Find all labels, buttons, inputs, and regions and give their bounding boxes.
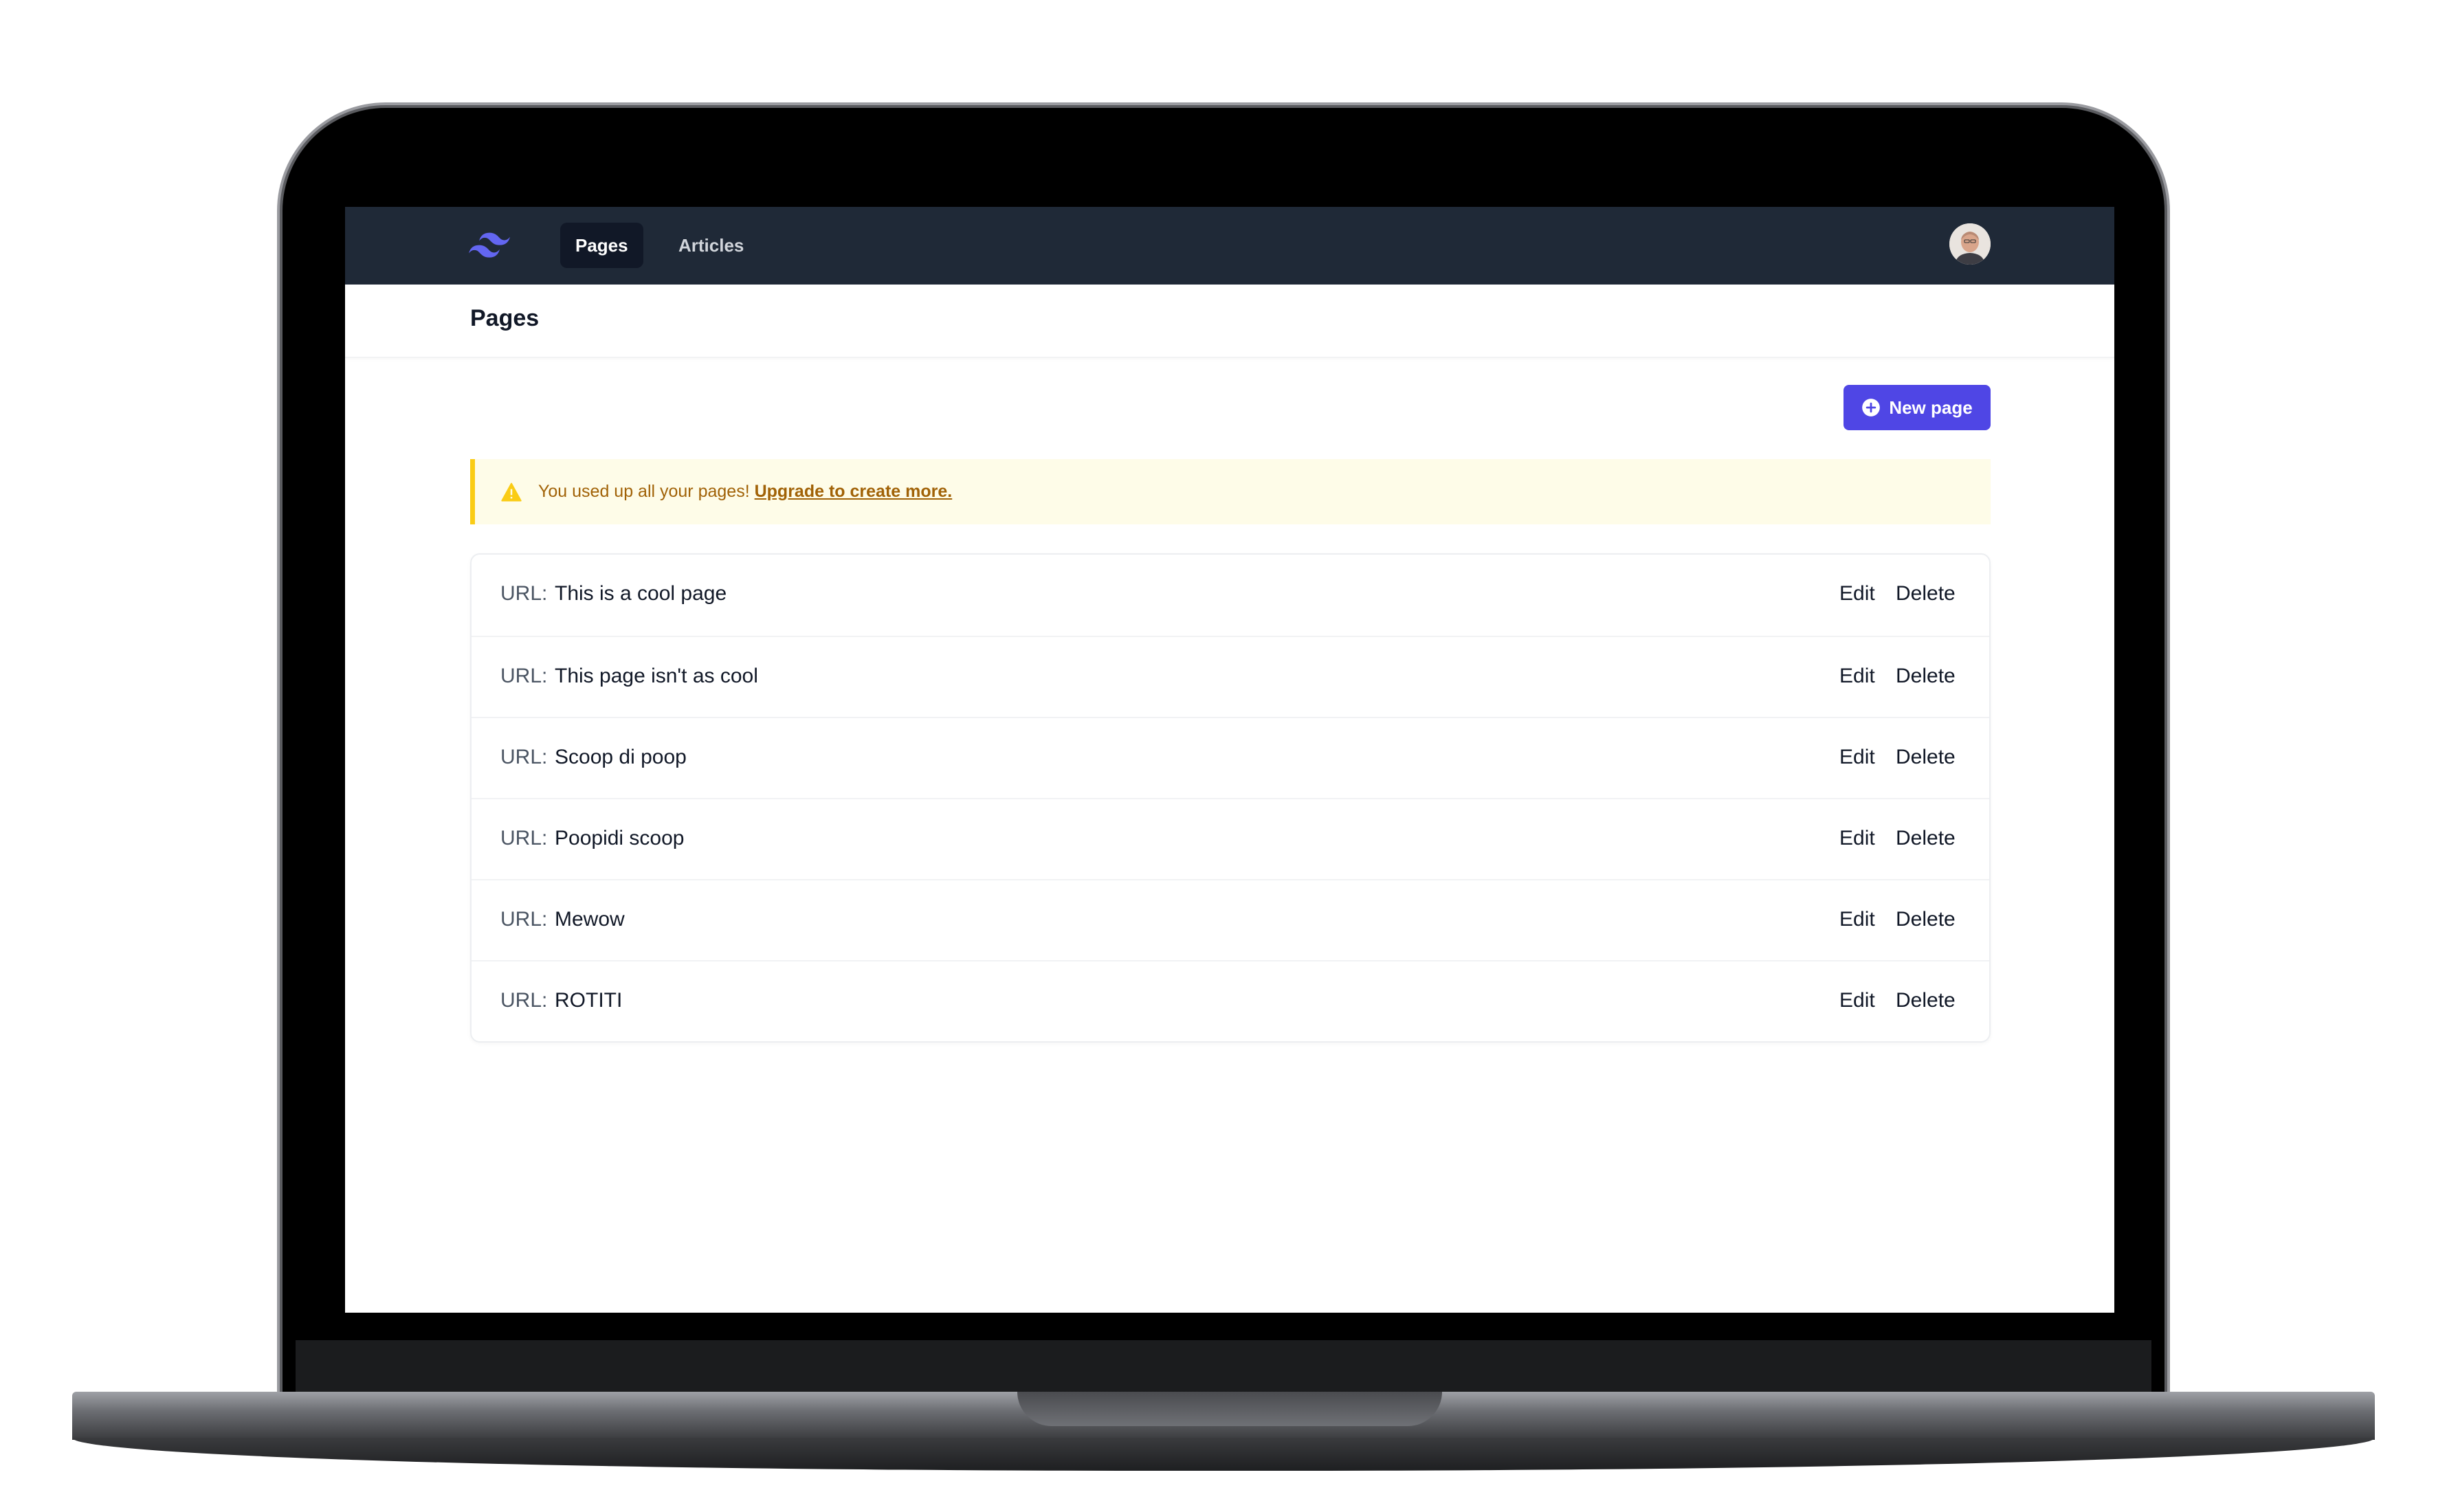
url-value: This is a cool page xyxy=(555,582,727,605)
url-value: ROTITI xyxy=(555,989,623,1012)
url-label: URL: xyxy=(500,665,548,687)
tab-pages[interactable]: Pages xyxy=(560,223,643,268)
page-title: Pages xyxy=(470,305,540,331)
delete-button[interactable]: Delete xyxy=(1896,908,1956,931)
url-label: URL: xyxy=(500,582,548,605)
url-value: This page isn't as cool xyxy=(555,665,758,687)
delete-button[interactable]: Delete xyxy=(1896,827,1956,850)
url-value: Poopidi scoop xyxy=(555,827,685,849)
url-label: URL: xyxy=(500,989,548,1012)
delete-button[interactable]: Delete xyxy=(1896,582,1956,605)
edit-button[interactable]: Edit xyxy=(1839,665,1875,688)
delete-button[interactable]: Delete xyxy=(1896,665,1956,688)
edit-button[interactable]: Edit xyxy=(1839,827,1875,850)
edit-button[interactable]: Edit xyxy=(1839,908,1875,931)
edit-button[interactable]: Edit xyxy=(1839,989,1875,1012)
laptop-base-bottom xyxy=(72,1438,2375,1471)
pages-list: URL: This is a cool page Edit Delete URL… xyxy=(470,553,1991,1043)
upgrade-link[interactable]: Upgrade to create more. xyxy=(755,482,953,501)
delete-button[interactable]: Delete xyxy=(1896,989,1956,1012)
url-label: URL: xyxy=(500,908,548,931)
edit-button[interactable]: Edit xyxy=(1839,582,1875,605)
url-label: URL: xyxy=(500,827,548,849)
laptop-notch xyxy=(1017,1392,1442,1426)
delete-button[interactable]: Delete xyxy=(1896,746,1956,769)
alert-text: You used up all your pages! xyxy=(538,482,750,501)
upgrade-alert: You used up all your pages! Upgrade to c… xyxy=(470,459,1991,524)
list-item: URL: Scoop di poop Edit Delete xyxy=(472,717,1989,798)
list-item: URL: ROTITI Edit Delete xyxy=(472,960,1989,1041)
plus-circle-icon xyxy=(1862,399,1881,416)
new-page-button[interactable]: New page xyxy=(1843,385,1991,430)
app-screen: Pages Articles Pages New page You used u… xyxy=(345,207,2114,1313)
avatar-image xyxy=(1949,223,1991,265)
tab-articles[interactable]: Articles xyxy=(663,223,759,268)
user-avatar[interactable] xyxy=(1949,223,1991,265)
page-header: Pages xyxy=(345,285,2114,358)
new-page-label: New page xyxy=(1889,397,1973,418)
warning-icon xyxy=(501,482,522,501)
list-item: URL: Mewow Edit Delete xyxy=(472,879,1989,960)
list-item: URL: Poopidi scoop Edit Delete xyxy=(472,798,1989,879)
laptop-bezel xyxy=(296,1340,2151,1395)
url-value: Scoop di poop xyxy=(555,746,687,768)
list-item: URL: This is a cool page Edit Delete xyxy=(472,555,1989,636)
url-label: URL: xyxy=(500,746,548,768)
edit-button[interactable]: Edit xyxy=(1839,746,1875,769)
tailwind-logo-icon[interactable] xyxy=(469,229,510,262)
list-item: URL: This page isn't as cool Edit Delete xyxy=(472,636,1989,717)
top-navbar: Pages Articles xyxy=(345,207,2114,285)
url-value: Mewow xyxy=(555,908,625,931)
